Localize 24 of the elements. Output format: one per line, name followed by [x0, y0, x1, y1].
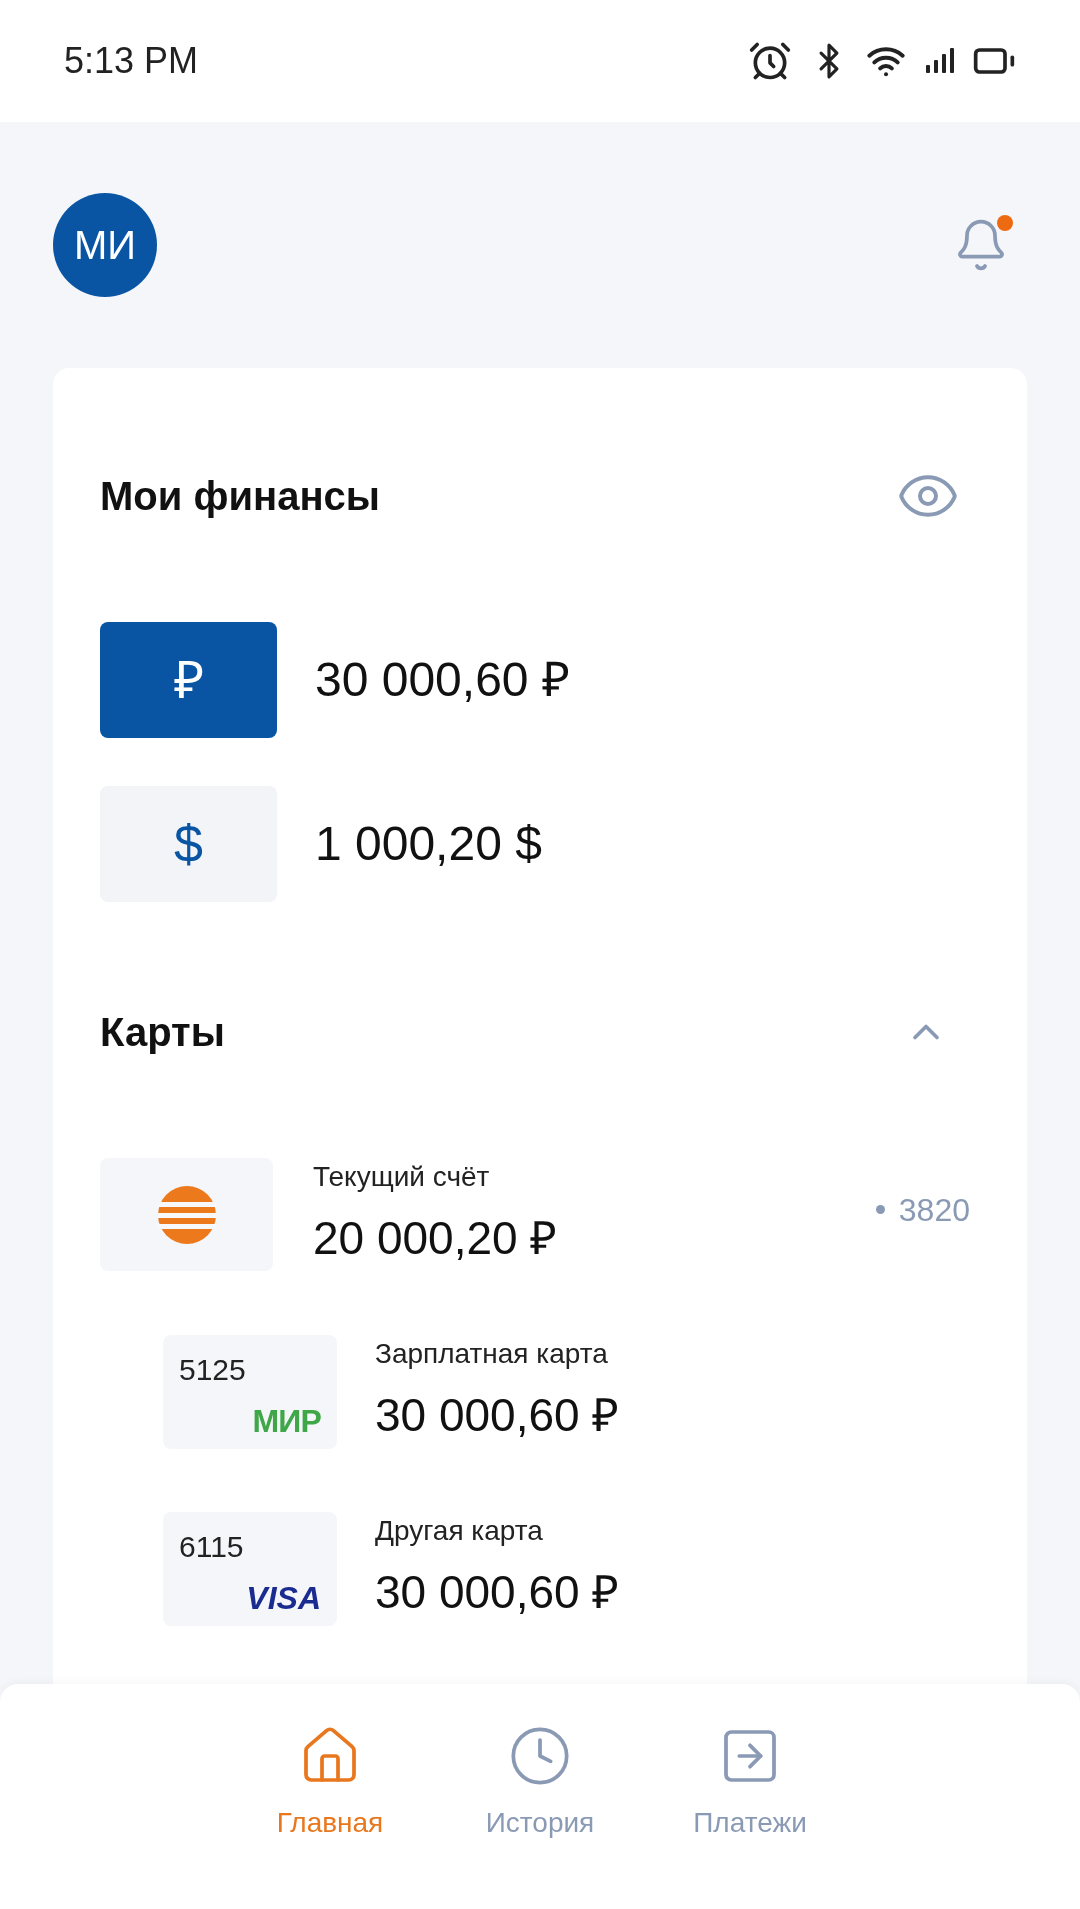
card-title: Другая карта — [375, 1514, 544, 1548]
section-title: Мои финансы — [100, 473, 381, 520]
balance-amount: 1 000,20 $ — [315, 816, 542, 872]
card-digits: 6115 — [179, 1528, 245, 1565]
avatar[interactable]: МИ — [53, 193, 157, 297]
card-title: Зарплатная карта — [375, 1337, 609, 1371]
card-tile[interactable]: 6115 VISA — [163, 1511, 337, 1626]
account-tile[interactable] — [100, 1158, 273, 1271]
status-time: 5:13 PM — [64, 39, 199, 83]
currency-tile[interactable]: ₽ — [100, 622, 277, 738]
section-title: Карты — [100, 1009, 225, 1056]
signal-icon — [924, 47, 954, 75]
account-amount: 20 000,20 ₽ — [313, 1211, 559, 1266]
card-amount: 30 000,60 ₽ — [375, 1565, 620, 1620]
account-title: Текущий счёт — [313, 1160, 491, 1194]
card-amount: 30 000,60 ₽ — [375, 1388, 620, 1443]
payment-system-logo: VISA — [246, 1581, 321, 1614]
card-tile[interactable]: 5125 МИР — [163, 1334, 337, 1449]
currency-tile[interactable]: $ — [100, 786, 277, 902]
striped-globe-icon — [156, 1184, 217, 1245]
account-number: 3820 — [898, 1190, 970, 1230]
payment-system-logo: МИР — [252, 1404, 321, 1437]
card-digits: 5125 — [179, 1351, 247, 1388]
balance-amount: 30 000,60 ₽ — [315, 652, 570, 708]
